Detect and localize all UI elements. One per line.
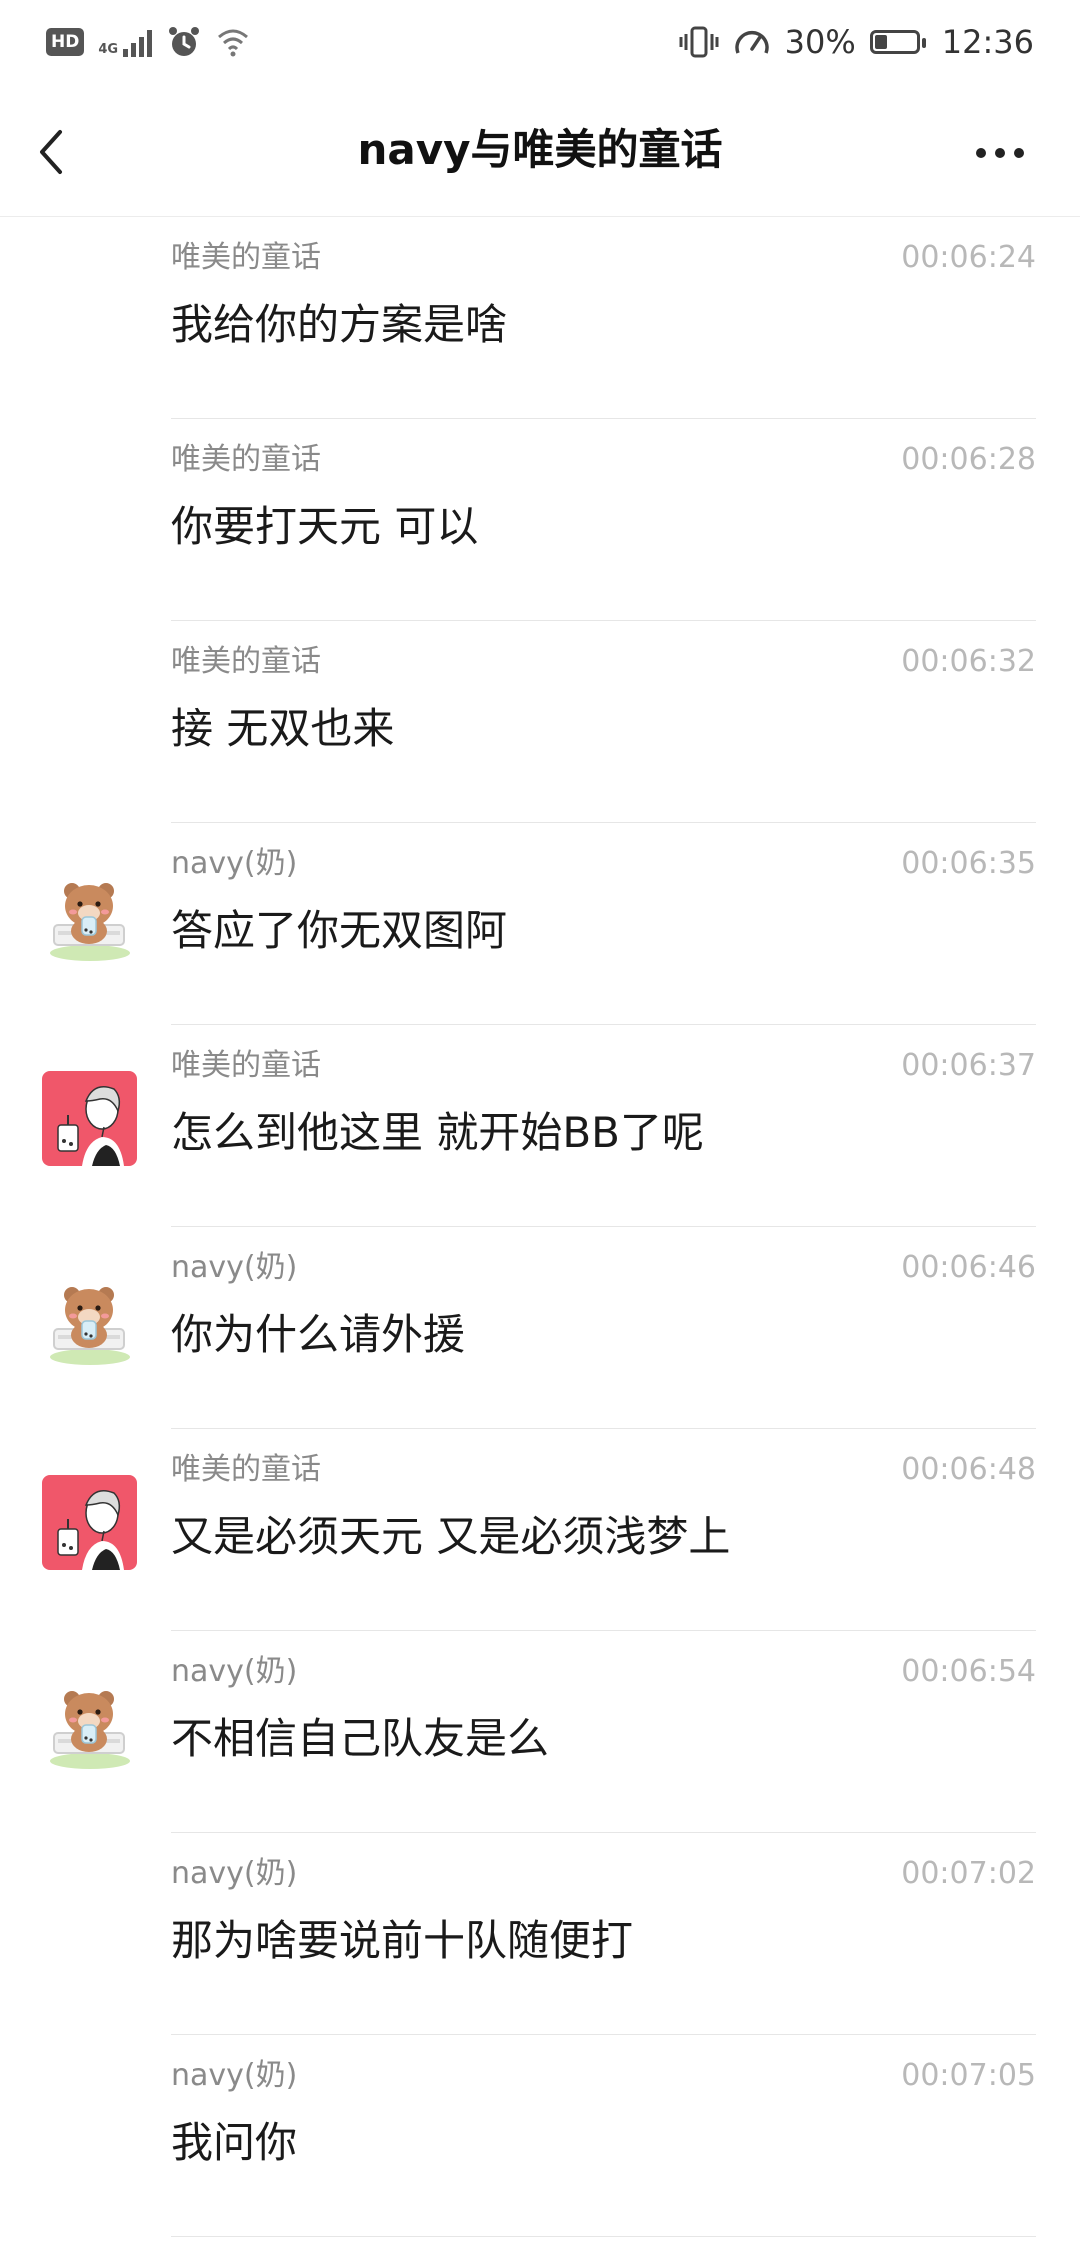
message-text: 我问你 — [171, 2118, 298, 2167]
status-right: 30% 12:36 — [679, 20, 1034, 64]
message-row[interactable]: navy(奶) 00:06:46 你为什么请外援 — [0, 1227, 1080, 1429]
message-time: 00:06:32 — [901, 644, 1036, 679]
message-text: 我给你的方案是啥 — [171, 300, 508, 349]
message-time: 00:06:48 — [901, 1452, 1036, 1487]
message-text: 那为啥要说前十队随便打 — [171, 1916, 634, 1965]
message-row[interactable]: 唯美的童话 00:06:28 你要打天元 可以 — [0, 419, 1080, 621]
girl-avatar-icon — [42, 1475, 137, 1570]
message-text: 你为什么请外援 — [171, 1310, 466, 1359]
sender-name: navy(奶) — [171, 1856, 298, 1891]
message-row[interactable]: 唯美的童话 00:06:32 接 无双也来 — [0, 621, 1080, 823]
battery-percent: 30% — [784, 23, 856, 61]
more-button[interactable] — [976, 138, 1036, 168]
bear-avatar-icon — [42, 1677, 137, 1772]
vibrate-icon — [679, 26, 719, 58]
alarm-icon — [169, 27, 200, 56]
message-row[interactable]: 唯美的童话 00:06:48 又是必须天元 又是必须浅梦上 — [0, 1429, 1080, 1631]
message-text: 不相信自己队友是么 — [171, 1714, 550, 1763]
more-dots-icon — [976, 148, 986, 158]
battery-icon — [869, 30, 926, 54]
girl-avatar-icon — [42, 1071, 137, 1166]
status-left: HD 4G — [46, 22, 250, 62]
girl-avatar[interactable] — [42, 1475, 137, 1570]
sender-name: navy(奶) — [171, 2058, 298, 2093]
message-time: 00:06:46 — [901, 1250, 1036, 1285]
message-time: 00:07:05 — [901, 2058, 1036, 2093]
chat-header: navy与唯美的童话 — [0, 86, 1080, 217]
battery-fill — [874, 35, 887, 49]
message-time: 00:06:37 — [901, 1048, 1036, 1083]
speed-icon — [734, 30, 769, 54]
page-title: navy与唯美的童话 — [357, 125, 723, 174]
sender-name: 唯美的童话 — [171, 1048, 321, 1083]
message-time: 00:06:54 — [901, 1654, 1036, 1689]
sender-name: navy(奶) — [171, 1250, 298, 1285]
message-time: 00:07:02 — [901, 1856, 1036, 1891]
message-text: 怎么到他这里 就开始BB了呢 — [171, 1108, 704, 1157]
network-label: 4G — [98, 42, 119, 57]
message-row[interactable]: 唯美的童话 00:06:24 我给你的方案是啥 — [0, 217, 1080, 419]
message-text: 你要打天元 可以 — [171, 502, 479, 551]
girl-avatar[interactable] — [42, 1071, 137, 1166]
message-row[interactable]: navy(奶) 00:07:05 我问你 — [0, 2035, 1080, 2237]
wifi-icon — [218, 29, 249, 57]
divider — [171, 2236, 1036, 2237]
hd-icon: HD — [46, 28, 85, 56]
bear-avatar-icon — [42, 869, 137, 964]
bear-avatar[interactable] — [42, 1677, 137, 1772]
status-bar: HD 4G 30% 12:36 — [0, 0, 1080, 86]
bear-avatar[interactable] — [42, 1273, 137, 1368]
message-text: 接 无双也来 — [171, 704, 395, 753]
message-row[interactable]: navy(奶) 00:06:54 不相信自己队友是么 — [0, 1631, 1080, 1833]
sender-name: 唯美的童话 — [171, 1452, 321, 1487]
message-time: 00:06:35 — [901, 846, 1036, 881]
sender-name: 唯美的童话 — [171, 644, 321, 679]
sender-name: 唯美的童话 — [171, 240, 321, 275]
sender-name: navy(奶) — [171, 846, 298, 881]
bear-avatar-icon — [42, 1273, 137, 1368]
message-list: 唯美的童话 00:06:24 我给你的方案是啥 唯美的童话 00:06:28 你… — [0, 217, 1080, 2237]
message-row[interactable]: navy(奶) 00:07:02 那为啥要说前十队随便打 — [0, 1833, 1080, 2035]
signal-icon: 4G — [98, 27, 153, 57]
message-time: 00:06:28 — [901, 442, 1036, 477]
sender-name: 唯美的童话 — [171, 442, 321, 477]
message-text: 答应了你无双图阿 — [171, 906, 508, 955]
message-text: 又是必须天元 又是必须浅梦上 — [171, 1512, 731, 1561]
sender-name: navy(奶) — [171, 1654, 298, 1689]
clock: 12:36 — [941, 23, 1034, 61]
message-row[interactable]: 唯美的童话 00:06:37 怎么到他这里 就开始BB了呢 — [0, 1025, 1080, 1227]
message-row[interactable]: navy(奶) 00:06:35 答应了你无双图阿 — [0, 823, 1080, 1025]
bear-avatar[interactable] — [42, 869, 137, 964]
message-time: 00:06:24 — [901, 240, 1036, 275]
